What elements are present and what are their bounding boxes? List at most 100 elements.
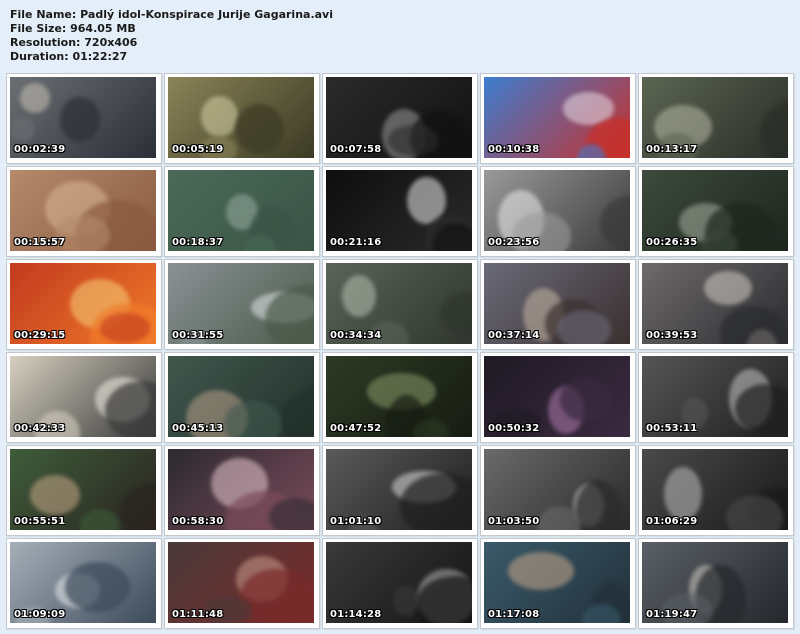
thumbnail[interactable]: 00:23:56 xyxy=(480,166,636,257)
thumbnail-frame: 01:11:48 xyxy=(168,542,314,623)
timestamp: 00:13:17 xyxy=(646,144,698,155)
thumbnail-frame: 00:34:34 xyxy=(326,263,472,344)
thumbnail[interactable]: 00:02:39 xyxy=(6,73,162,164)
thumbnail-frame: 00:29:15 xyxy=(10,263,156,344)
thumbnail[interactable]: 00:13:17 xyxy=(638,73,794,164)
thumbnail[interactable]: 00:29:15 xyxy=(6,259,162,350)
scene-shape xyxy=(388,125,439,156)
thumbnail[interactable]: 00:34:34 xyxy=(322,259,478,350)
thumbnail[interactable]: 01:17:08 xyxy=(480,538,636,629)
scene-shape xyxy=(60,97,100,142)
timestamp: 00:45:13 xyxy=(172,423,224,434)
thumbnail-frame: 00:23:56 xyxy=(484,170,630,251)
thumbnail[interactable]: 00:42:33 xyxy=(6,352,162,443)
file-name: File Name: Padlý idol-Konspirace Jurije … xyxy=(10,8,333,21)
thumbnail[interactable]: 00:07:58 xyxy=(322,73,478,164)
thumbnail[interactable]: 00:05:19 xyxy=(164,73,320,164)
thumbnail[interactable]: 00:47:52 xyxy=(322,352,478,443)
timestamp: 01:03:50 xyxy=(488,516,540,527)
thumbnail[interactable]: 01:19:47 xyxy=(638,538,794,629)
timestamp: 00:29:15 xyxy=(14,330,66,341)
timestamp: 00:23:56 xyxy=(488,237,540,248)
scene-highlight xyxy=(664,467,702,521)
scene-shape xyxy=(80,509,120,530)
scene-shape xyxy=(735,384,788,434)
timestamp: 00:55:51 xyxy=(14,516,66,527)
timestamp: 00:21:16 xyxy=(330,237,382,248)
thumbnail[interactable]: 00:58:30 xyxy=(164,445,320,536)
timestamp: 00:31:55 xyxy=(172,330,224,341)
thumbnail[interactable]: 00:31:55 xyxy=(164,259,320,350)
thumbnail[interactable]: 00:37:14 xyxy=(480,259,636,350)
scene-shape xyxy=(280,388,314,437)
thumbnail-frame: 00:18:37 xyxy=(168,170,314,251)
resolution: Resolution: 720x406 xyxy=(10,36,138,49)
thumbnail-frame: 00:02:39 xyxy=(10,77,156,158)
scene-shape xyxy=(100,313,150,343)
scene-shape xyxy=(701,231,738,251)
thumbnail-frame: 01:01:10 xyxy=(326,449,472,530)
scene-highlight xyxy=(20,83,50,113)
thumbnail[interactable]: 01:06:29 xyxy=(638,445,794,536)
thumbnail-frame: 00:50:32 xyxy=(484,356,630,437)
thumbnail[interactable]: 00:45:13 xyxy=(164,352,320,443)
timestamp: 00:18:37 xyxy=(172,237,224,248)
timestamp: 00:47:52 xyxy=(330,423,382,434)
thumbnail-frame: 00:15:57 xyxy=(10,170,156,251)
thumbnail-frame: 00:05:19 xyxy=(168,77,314,158)
thumbnail-frame: 00:53:11 xyxy=(642,356,788,437)
thumbnail-frame: 00:55:51 xyxy=(10,449,156,530)
timestamp: 00:26:35 xyxy=(646,237,698,248)
scene-highlight xyxy=(704,271,752,305)
scene-shape xyxy=(413,419,449,437)
timestamp: 00:07:58 xyxy=(330,144,382,155)
timestamp: 00:50:32 xyxy=(488,423,540,434)
thumbnail-frame: 00:37:14 xyxy=(484,263,630,344)
timestamp: 01:09:09 xyxy=(14,609,66,620)
timestamp: 00:10:38 xyxy=(488,144,540,155)
thumbnail-frame: 00:45:13 xyxy=(168,356,314,437)
timestamp: 00:42:33 xyxy=(14,423,66,434)
scene-shape xyxy=(224,400,282,437)
scene-shape xyxy=(760,100,788,158)
thumbnail[interactable]: 00:18:37 xyxy=(164,166,320,257)
scene-shape xyxy=(235,104,284,154)
thumbnail-frame: 00:58:30 xyxy=(168,449,314,530)
timestamp: 01:11:48 xyxy=(172,609,224,620)
thumbnail[interactable]: 01:03:50 xyxy=(480,445,636,536)
thumbnail-frame: 01:19:47 xyxy=(642,542,788,623)
scene-shape xyxy=(440,292,472,337)
timestamp: 00:02:39 xyxy=(14,144,66,155)
timestamp: 00:34:34 xyxy=(330,330,382,341)
scene-shape xyxy=(120,484,156,530)
thumbnail-frame: 00:13:17 xyxy=(642,77,788,158)
thumbnail[interactable]: 00:21:16 xyxy=(322,166,478,257)
thumbnail-frame: 00:42:33 xyxy=(10,356,156,437)
thumbnail[interactable]: 00:10:38 xyxy=(480,73,636,164)
scene-shape xyxy=(560,377,612,422)
thumbnail[interactable]: 01:11:48 xyxy=(164,538,320,629)
thumbnail[interactable]: 00:55:51 xyxy=(6,445,162,536)
thumbnail[interactable]: 01:09:09 xyxy=(6,538,162,629)
timestamp: 00:53:11 xyxy=(646,423,698,434)
thumbnail[interactable]: 00:50:32 xyxy=(480,352,636,443)
thumbnail-frame: 01:06:29 xyxy=(642,449,788,530)
scene-highlight xyxy=(30,475,80,515)
file-info: File Name: Padlý idol-Konspirace Jurije … xyxy=(10,8,333,64)
timestamp: 01:17:08 xyxy=(488,609,540,620)
scene-shape xyxy=(600,196,630,251)
thumbnail-frame: 00:26:35 xyxy=(642,170,788,251)
scene-shape xyxy=(65,562,130,612)
thumbnail[interactable]: 00:15:57 xyxy=(6,166,162,257)
scene-shape xyxy=(10,117,35,142)
thumbnail[interactable]: 00:39:53 xyxy=(638,259,794,350)
timestamp: 01:14:28 xyxy=(330,609,382,620)
thumbnail-frame: 00:21:16 xyxy=(326,170,472,251)
timestamp: 00:15:57 xyxy=(14,237,66,248)
duration: Duration: 01:22:27 xyxy=(10,50,128,63)
thumbnail[interactable]: 00:53:11 xyxy=(638,352,794,443)
thumbnail[interactable]: 01:14:28 xyxy=(322,538,478,629)
scene-shape xyxy=(269,498,314,530)
thumbnail[interactable]: 01:01:10 xyxy=(322,445,478,536)
thumbnail[interactable]: 00:26:35 xyxy=(638,166,794,257)
